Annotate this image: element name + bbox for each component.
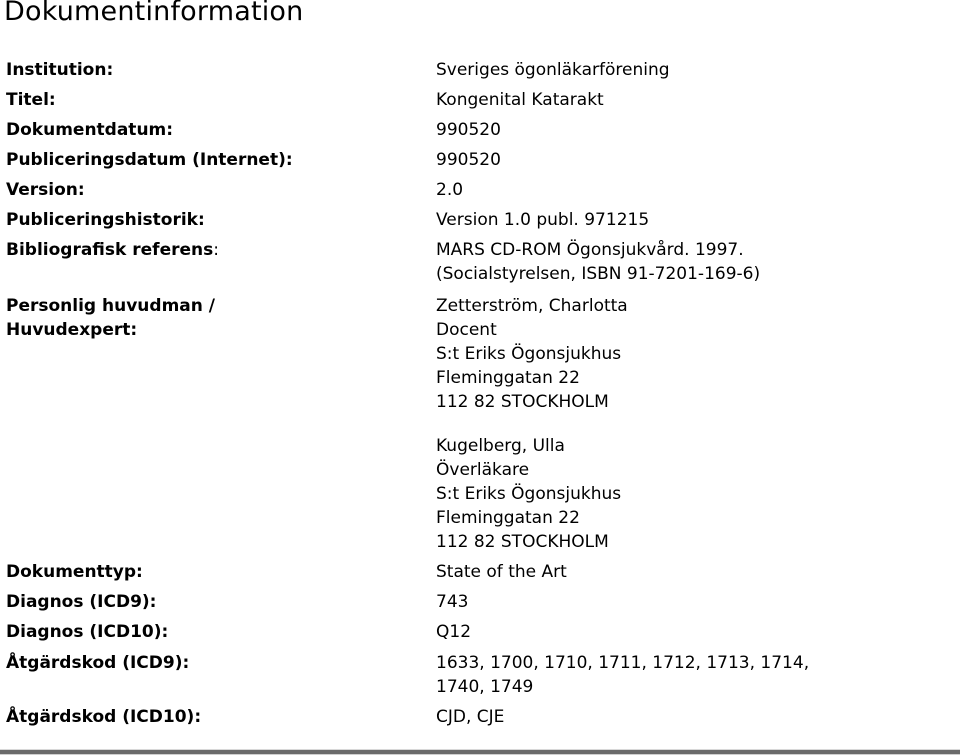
field-label: Publiceringsdatum (Internet): bbox=[6, 150, 293, 170]
expert-name: Zetterström, Charlotta bbox=[436, 296, 628, 316]
expert-organization: S:t Eriks Ögonsjukhus bbox=[436, 484, 622, 504]
field-label: Dokumenttyp: bbox=[6, 562, 143, 582]
expert-entry: Zetterström, Charlotta Docent S:t Eriks … bbox=[436, 294, 628, 414]
horizontal-divider bbox=[0, 749, 960, 755]
expert-organization: S:t Eriks Ögonsjukhus bbox=[436, 344, 622, 364]
page-title: Dokumentinformation bbox=[4, 0, 304, 27]
expert-street: Fleminggatan 22 bbox=[436, 368, 580, 388]
field-label: Dokumentdatum: bbox=[6, 120, 174, 140]
expert-name: Kugelberg, Ulla bbox=[436, 436, 565, 456]
field-value-line: 1633, 1700, 1710, 1711, 1712, 1713, 1714… bbox=[436, 653, 810, 673]
field-value-line: 1740, 1749 bbox=[436, 677, 534, 697]
field-value-line: (Socialstyrelsen, ISBN 91-7201-169-6) bbox=[436, 264, 761, 284]
field-value: Sveriges ögonläkarförening bbox=[436, 60, 670, 80]
field-label: Version: bbox=[6, 180, 85, 200]
field-label-colon: : bbox=[213, 240, 219, 260]
field-label: Diagnos (ICD10): bbox=[6, 622, 169, 642]
field-value: 990520 bbox=[436, 150, 501, 170]
field-label: Institution: bbox=[6, 60, 114, 80]
field-label: Bibliografisk referens: bbox=[6, 238, 219, 262]
field-label: Åtgärdskod (ICD10): bbox=[6, 707, 202, 727]
expert-entry: Kugelberg, Ulla Överläkare S:t Eriks Ögo… bbox=[436, 434, 628, 554]
field-value: Q12 bbox=[436, 622, 472, 642]
field-label: Titel: bbox=[6, 90, 56, 110]
field-value: 743 bbox=[436, 592, 469, 612]
field-value: State of the Art bbox=[436, 562, 567, 582]
expert-title: Docent bbox=[436, 320, 497, 340]
expert-title: Överläkare bbox=[436, 460, 530, 480]
field-value: CJD, CJE bbox=[436, 707, 505, 727]
expert-street: Fleminggatan 22 bbox=[436, 508, 580, 528]
field-label: Publiceringshistorik: bbox=[6, 210, 205, 230]
expert-city: 112 82 STOCKHOLM bbox=[436, 532, 609, 552]
field-label: Åtgärdskod (ICD9): bbox=[6, 653, 190, 673]
field-label-line: Huvudexpert: bbox=[6, 320, 138, 340]
expert-city: 112 82 STOCKHOLM bbox=[436, 392, 609, 412]
field-value-line: MARS CD-ROM Ögonsjukvård. 1997. bbox=[436, 240, 744, 260]
expert-list: Zetterström, Charlotta Docent S:t Eriks … bbox=[436, 294, 628, 554]
field-value: Version 1.0 publ. 971215 bbox=[436, 210, 650, 230]
field-label: Personlig huvudman / Huvudexpert: bbox=[6, 294, 215, 342]
field-label: Diagnos (ICD9): bbox=[6, 592, 157, 612]
field-label-text: Bibliografisk referens bbox=[6, 240, 214, 260]
field-value: 2.0 bbox=[436, 180, 464, 200]
field-label-line: Personlig huvudman / bbox=[6, 296, 215, 316]
field-value: Kongenital Katarakt bbox=[436, 90, 604, 110]
field-value: 990520 bbox=[436, 120, 501, 140]
